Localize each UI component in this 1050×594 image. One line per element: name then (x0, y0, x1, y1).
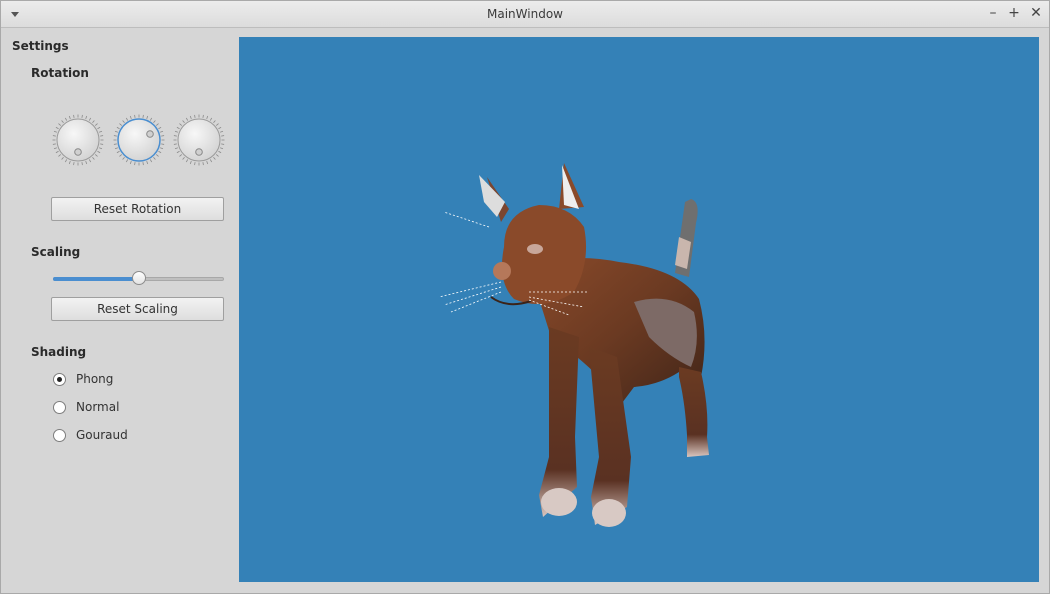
shading-option-normal[interactable]: Normal (53, 400, 173, 416)
reset-scaling-button[interactable]: Reset Scaling (51, 297, 224, 321)
close-icon[interactable]: ✕ (1027, 4, 1045, 22)
shading-label: Shading (31, 345, 87, 359)
shading-option-gouraud[interactable]: Gouraud (53, 428, 173, 444)
radio-label: Phong (76, 372, 114, 386)
radio-label: Normal (76, 400, 120, 414)
radio-button[interactable] (53, 401, 66, 414)
scaling-label: Scaling (31, 245, 81, 259)
main-window: MainWindow – + ✕ Settings Rotation Reset… (0, 0, 1050, 594)
radio-button[interactable] (53, 429, 66, 442)
radio-label: Gouraud (76, 428, 128, 442)
window-title: MainWindow (487, 7, 563, 21)
3d-viewport[interactable] (239, 37, 1039, 582)
cat-model-render (438, 163, 709, 527)
title-bar[interactable]: MainWindow – + ✕ (1, 1, 1049, 28)
minimize-icon[interactable]: – (984, 4, 1002, 22)
rotation-y-dial[interactable] (113, 114, 165, 166)
settings-label: Settings (12, 39, 69, 53)
reset-rotation-button[interactable]: Reset Rotation (51, 197, 224, 221)
shading-option-phong[interactable]: Phong (53, 372, 173, 388)
rotation-label: Rotation (31, 66, 89, 80)
radio-button[interactable] (53, 373, 66, 386)
rotation-x-dial[interactable] (52, 114, 104, 166)
scaling-slider-fill (53, 277, 139, 281)
maximize-icon[interactable]: + (1005, 4, 1023, 22)
scaling-slider-handle[interactable] (131, 271, 146, 285)
rotation-z-dial[interactable] (173, 114, 225, 166)
settings-panel: Settings Rotation Reset Rotation Scaling… (1, 29, 237, 593)
